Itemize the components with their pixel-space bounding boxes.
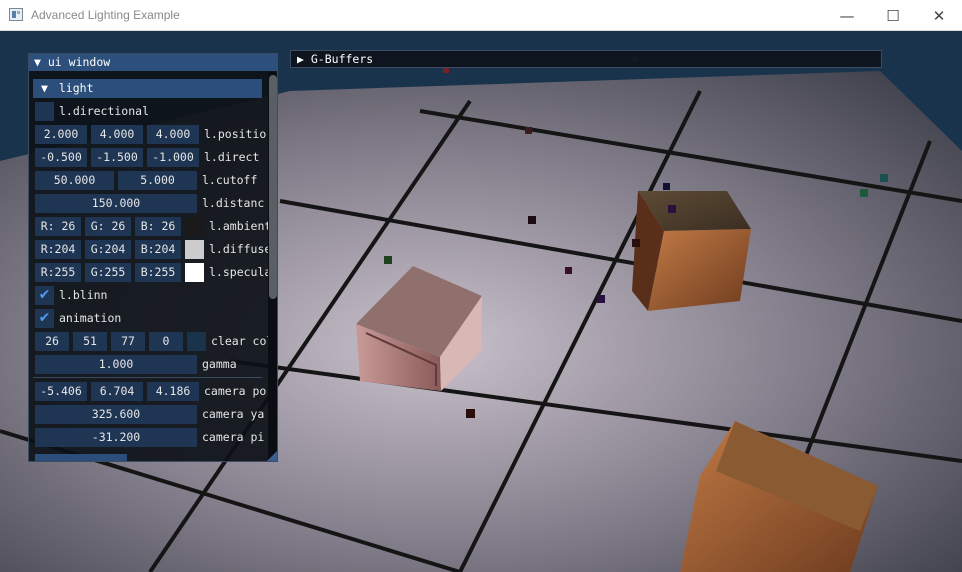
resize-grip[interactable] — [267, 451, 277, 461]
diffuse-row: R:204 G:204 B:204 l.diffuse — [35, 240, 271, 259]
direction-z-field[interactable]: -1.000 — [147, 148, 199, 167]
crate-right — [632, 191, 751, 311]
panel-scrollbar[interactable] — [268, 72, 277, 461]
camera-yaw-label: camera ya — [202, 407, 265, 421]
animation-label: animation — [59, 311, 122, 325]
specular-r-field[interactable]: R:255 — [35, 263, 81, 282]
direction-x-field[interactable]: -0.500 — [35, 148, 87, 167]
directional-row: l.directional — [35, 102, 149, 121]
diffuse-label: l.diffuse — [209, 242, 272, 256]
camera-position-label: camera po — [204, 384, 267, 398]
directional-label: l.directional — [59, 104, 150, 118]
window-title: Advanced Lighting Example — [31, 8, 180, 22]
animation-row: ✔ animation — [35, 309, 121, 328]
diffuse-r-field[interactable]: R:204 — [35, 240, 81, 259]
camera-pitch-field[interactable]: -31.200 — [35, 428, 197, 447]
ambient-g-field[interactable]: G: 26 — [85, 217, 131, 236]
clear-color-a-field[interactable]: 0 — [149, 332, 183, 351]
maximize-button[interactable]: ☐ — [870, 0, 916, 31]
gbuffers-title: G-Buffers — [310, 52, 374, 66]
specular-label: l.specula — [209, 265, 272, 279]
triangle-down-icon: ▼ — [34, 55, 41, 69]
diffuse-g-field[interactable]: G:204 — [85, 240, 131, 259]
clear-color-b-field[interactable]: 77 — [111, 332, 145, 351]
gamma-row: 1.000 gamma — [35, 355, 237, 374]
title-bar[interactable]: Advanced Lighting Example — ☐ ✕ — [0, 0, 962, 31]
clear-color-swatch[interactable] — [187, 332, 206, 351]
gamma-label: gamma — [202, 357, 237, 371]
ambient-b-field[interactable]: B: 26 — [135, 217, 181, 236]
camera-yaw-field[interactable]: 325.600 — [35, 405, 197, 424]
cutoff-outer-field[interactable]: 5.000 — [118, 171, 197, 190]
position-row: 2.000 4.000 4.000 l.positio — [35, 125, 266, 144]
gamma-field[interactable]: 1.000 — [35, 355, 197, 374]
camera-position-y-field[interactable]: 6.704 — [91, 382, 143, 401]
specular-b-field[interactable]: B:255 — [135, 263, 181, 282]
blinn-row: ✔ l.blinn — [35, 286, 107, 305]
camera-pitch-label: camera pi — [202, 430, 265, 444]
direction-label: l.direct — [204, 150, 260, 164]
ambient-label: l.ambient — [209, 219, 272, 233]
position-x-field[interactable]: 2.000 — [35, 125, 87, 144]
ui-window-title-bar[interactable]: ▼ ui window — [29, 54, 277, 71]
specular-color-swatch[interactable] — [185, 263, 204, 282]
triangle-right-icon: ▶ — [297, 52, 304, 66]
ui-window-title: ui window — [47, 55, 111, 69]
specular-row: R:255 G:255 B:255 l.specula — [35, 263, 271, 282]
clear-color-r-field[interactable]: 26 — [35, 332, 69, 351]
blinn-checkbox[interactable]: ✔ — [35, 286, 54, 305]
diffuse-color-swatch[interactable] — [185, 240, 204, 259]
camera-position-x-field[interactable]: -5.406 — [35, 382, 87, 401]
specular-g-field[interactable]: G:255 — [85, 263, 131, 282]
clear-color-g-field[interactable]: 51 — [73, 332, 107, 351]
directional-checkbox[interactable] — [35, 102, 54, 121]
direction-row: -0.500 -1.500 -1.000 l.direct — [35, 148, 259, 167]
close-button[interactable]: ✕ — [916, 0, 962, 31]
clear-color-label: clear col — [211, 334, 274, 348]
position-label: l.positio — [204, 127, 267, 141]
camera-position-z-field[interactable]: 4.186 — [147, 382, 199, 401]
ambient-row: R: 26 G: 26 B: 26 l.ambient — [35, 217, 271, 236]
app-icon — [9, 8, 23, 21]
light-header[interactable]: ▼ light — [33, 79, 262, 98]
distance-label: l.distanc — [202, 196, 265, 210]
clear-color-row: 26 51 77 0 clear col — [35, 332, 273, 351]
direction-y-field[interactable]: -1.500 — [91, 148, 143, 167]
blinn-label: l.blinn — [59, 288, 108, 302]
triangle-down-icon: ▼ — [41, 81, 48, 95]
ambient-color-swatch[interactable] — [185, 217, 204, 236]
ambient-r-field[interactable]: R: 26 — [35, 217, 81, 236]
checkmark-icon: ✔ — [38, 310, 51, 326]
minimize-button[interactable]: — — [824, 0, 870, 31]
cutoff-inner-field[interactable]: 50.000 — [35, 171, 114, 190]
camera-position-row: -5.406 6.704 4.186 camera po — [35, 382, 266, 401]
cutoff-label: l.cutoff — [202, 173, 258, 187]
scrollbar-thumb[interactable] — [269, 75, 277, 299]
light-header-label: light — [58, 81, 94, 95]
checkmark-icon: ✔ — [38, 287, 51, 303]
separator — [33, 377, 262, 378]
camera-yaw-row: 325.600 camera ya — [35, 405, 264, 424]
animation-checkbox[interactable]: ✔ — [35, 309, 54, 328]
gbuffers-window[interactable]: ▶ G-Buffers — [290, 50, 882, 68]
position-z-field[interactable]: 4.000 — [147, 125, 199, 144]
ui-window[interactable]: ▼ ui window ▼ light l.directional 2.000 … — [28, 53, 278, 462]
camera-pitch-row: -31.200 camera pi — [35, 428, 264, 447]
partially-hidden-button[interactable] — [35, 454, 127, 461]
cutoff-row: 50.000 5.000 l.cutoff — [35, 171, 257, 190]
diffuse-b-field[interactable]: B:204 — [135, 240, 181, 259]
distance-row: 150.000 l.distanc — [35, 194, 264, 213]
distance-field[interactable]: 150.000 — [35, 194, 197, 213]
position-y-field[interactable]: 4.000 — [91, 125, 143, 144]
